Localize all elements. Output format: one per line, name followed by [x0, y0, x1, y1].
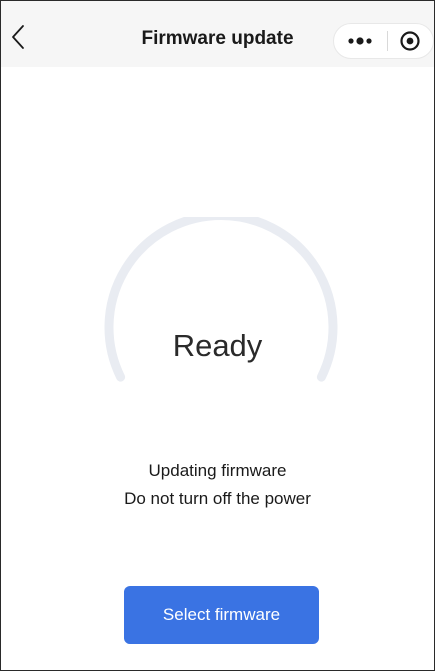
app-screen: Firmware update Ready Updating firmware … [0, 0, 435, 671]
more-dots-icon [348, 37, 373, 45]
update-message-line2: Do not turn off the power [124, 489, 311, 508]
record-target-icon [400, 31, 421, 51]
chevron-left-icon [12, 25, 24, 49]
back-button[interactable] [5, 19, 31, 55]
close-mini-program-button[interactable] [388, 24, 433, 58]
update-status: Ready [172, 328, 263, 363]
more-menu-button[interactable] [334, 24, 387, 58]
mini-program-capsule [333, 23, 434, 59]
update-message-line1: Updating firmware [148, 461, 287, 480]
progress-gauge [104, 217, 338, 382]
navigation-bar: Firmware update [1, 1, 434, 67]
select-firmware-button[interactable]: Select firmware [124, 586, 319, 644]
